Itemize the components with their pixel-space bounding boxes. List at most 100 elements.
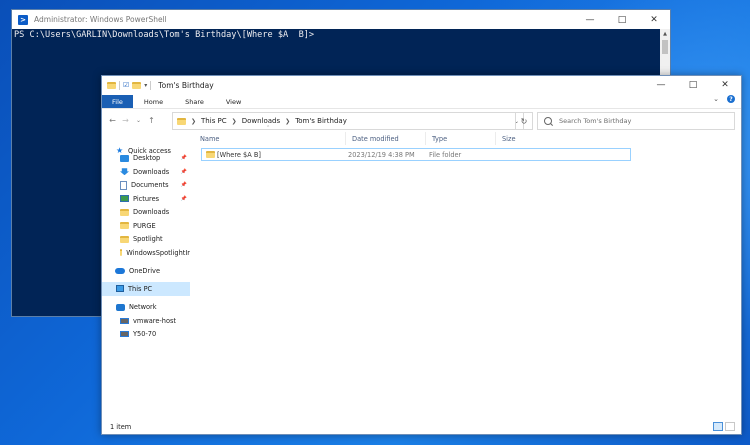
column-name[interactable]: Name <box>194 132 346 145</box>
cloud-icon <box>115 268 125 275</box>
breadcrumb-separator-icon[interactable]: ❯ <box>232 118 237 125</box>
tab-file[interactable]: File <box>102 95 133 108</box>
nav-item-downloads-pinned[interactable]: Downloads 📌 <box>102 165 190 179</box>
nav-label: WindowsSpotlightIr <box>126 248 190 257</box>
refresh-button[interactable]: ↻ <box>515 112 533 130</box>
status-bar: 1 item <box>102 420 741 434</box>
desktop-icon <box>120 154 129 162</box>
search-icon <box>544 117 552 125</box>
ribbon-right-controls: ⌄ ? <box>713 95 735 103</box>
folder-icon <box>120 249 123 257</box>
breadcrumb-downloads[interactable]: Downloads <box>242 117 280 125</box>
pin-icon: 📌 <box>180 195 187 202</box>
item-count: 1 item <box>110 423 132 431</box>
address-bar[interactable]: ❯ This PC ❯ Downloads ❯ Tom's Birthday ⌄ <box>172 112 524 130</box>
column-date-modified[interactable]: Date modified <box>346 132 426 145</box>
pin-icon: 📌 <box>180 182 187 189</box>
nav-item-purge[interactable]: PURGE <box>102 219 190 233</box>
pin-icon: 📌 <box>180 155 187 162</box>
breadcrumb-current[interactable]: Tom's Birthday <box>295 117 347 125</box>
network-host-icon <box>120 331 129 338</box>
nav-item-desktop[interactable]: Desktop 📌 <box>102 152 190 166</box>
column-size[interactable]: Size <box>496 132 541 145</box>
folder-icon <box>107 81 116 89</box>
column-headers: ⌃ Name Date modified Type Size <box>194 125 741 145</box>
search-input[interactable] <box>559 117 729 125</box>
download-icon <box>120 168 129 176</box>
customize-toolbar-icon[interactable]: ▾ <box>144 82 147 89</box>
nav-label: PURGE <box>133 221 156 230</box>
powershell-titlebar[interactable]: > Administrator: Windows PowerShell — □ … <box>12 10 670 29</box>
nav-label: Y50-70 <box>133 330 157 339</box>
up-arrow-icon[interactable]: ↑ <box>145 116 158 125</box>
close-button[interactable]: ✕ <box>638 10 670 29</box>
nav-network-host-2[interactable]: Y50-70 <box>102 328 190 342</box>
nav-network[interactable]: Network <box>102 301 190 315</box>
properties-icon[interactable]: ☑ <box>123 81 129 89</box>
explorer-window-controls: — □ ✕ <box>645 76 741 94</box>
navigation-pane: ★ Quick access Desktop 📌 Downloads 📌 Doc… <box>102 132 190 420</box>
maximize-button[interactable]: □ <box>606 10 638 29</box>
large-icons-view-icon[interactable] <box>725 422 735 431</box>
details-view-icon[interactable] <box>713 422 723 431</box>
new-folder-icon[interactable] <box>132 81 142 89</box>
nav-item-documents[interactable]: Documents 📌 <box>102 179 190 193</box>
forward-arrow-icon[interactable]: → <box>119 116 132 125</box>
nav-label: vmware-host <box>133 316 176 325</box>
search-box[interactable] <box>537 112 735 130</box>
close-button[interactable]: ✕ <box>709 76 741 94</box>
nav-label: Pictures <box>133 194 160 203</box>
network-icon <box>116 303 125 311</box>
nav-label: Downloads <box>133 167 170 176</box>
tab-view[interactable]: View <box>215 95 252 108</box>
nav-item-downloads[interactable]: Downloads <box>102 206 190 220</box>
pin-icon: 📌 <box>180 168 187 175</box>
ribbon-tabs: File Home Share View ⌄ ? <box>102 94 741 109</box>
nav-network-host-1[interactable]: vmware-host <box>102 314 190 328</box>
breadcrumb-separator-icon[interactable]: ❯ <box>191 118 196 125</box>
divider <box>119 80 120 90</box>
minimize-button[interactable]: — <box>645 76 677 94</box>
recent-locations-chevron-icon[interactable]: ⌄ <box>132 117 145 124</box>
navigation-bar: ← → ⌄ ↑ ❯ This PC ❯ Downloads ❯ Tom's Bi… <box>102 109 741 131</box>
view-toggle <box>713 422 735 431</box>
breadcrumb-separator-icon[interactable]: ❯ <box>285 118 290 125</box>
scroll-up-icon[interactable]: ▲ <box>660 29 670 39</box>
explorer-titlebar[interactable]: ☑ ▾ Tom's Birthday — □ ✕ <box>102 76 741 94</box>
documents-icon <box>120 180 127 190</box>
nav-label: OneDrive <box>129 267 161 276</box>
prompt-line: PS C:\Users\GARLIN\Downloads\Tom's Birth… <box>14 30 315 40</box>
tab-share[interactable]: Share <box>174 95 215 108</box>
back-arrow-icon[interactable]: ← <box>106 116 119 125</box>
nav-item-pictures[interactable]: Pictures 📌 <box>102 192 190 206</box>
nav-item-windowsspotlight[interactable]: WindowsSpotlightIr <box>102 246 190 260</box>
nav-onedrive[interactable]: OneDrive <box>102 265 190 279</box>
quick-access-toolbar: ☑ ▾ <box>107 80 152 90</box>
nav-label: Documents <box>131 181 169 190</box>
tab-home[interactable]: Home <box>133 95 174 108</box>
nav-this-pc[interactable]: This PC <box>102 282 190 296</box>
nav-label: Network <box>129 303 157 312</box>
file-row[interactable]: [Where $A B] 2023/12/19 4:38 PM File fol… <box>201 148 631 161</box>
pictures-icon <box>120 195 129 203</box>
explorer-title: Tom's Birthday <box>158 80 214 90</box>
folder-icon <box>177 117 186 125</box>
nav-label: This PC <box>128 284 153 293</box>
powershell-window-controls: — □ ✕ <box>574 10 670 29</box>
divider <box>150 80 152 90</box>
maximize-button[interactable]: □ <box>677 76 709 94</box>
computer-icon <box>116 285 124 293</box>
expand-ribbon-icon[interactable]: ⌄ <box>713 95 719 103</box>
minimize-button[interactable]: — <box>574 10 606 29</box>
folder-icon <box>206 149 215 160</box>
file-list[interactable]: ⌃ Name Date modified Type Size [Where $A… <box>194 125 741 420</box>
scroll-thumb[interactable] <box>662 40 668 54</box>
column-type[interactable]: Type <box>426 132 496 145</box>
powershell-icon: > <box>18 14 28 25</box>
help-icon[interactable]: ? <box>727 95 735 103</box>
breadcrumb-this-pc[interactable]: This PC <box>201 117 227 125</box>
nav-item-spotlight[interactable]: Spotlight <box>102 233 190 247</box>
nav-label: Spotlight <box>133 235 163 244</box>
explorer-window[interactable]: ☑ ▾ Tom's Birthday — □ ✕ File Home Share… <box>101 75 742 435</box>
file-type: File folder <box>429 150 462 159</box>
